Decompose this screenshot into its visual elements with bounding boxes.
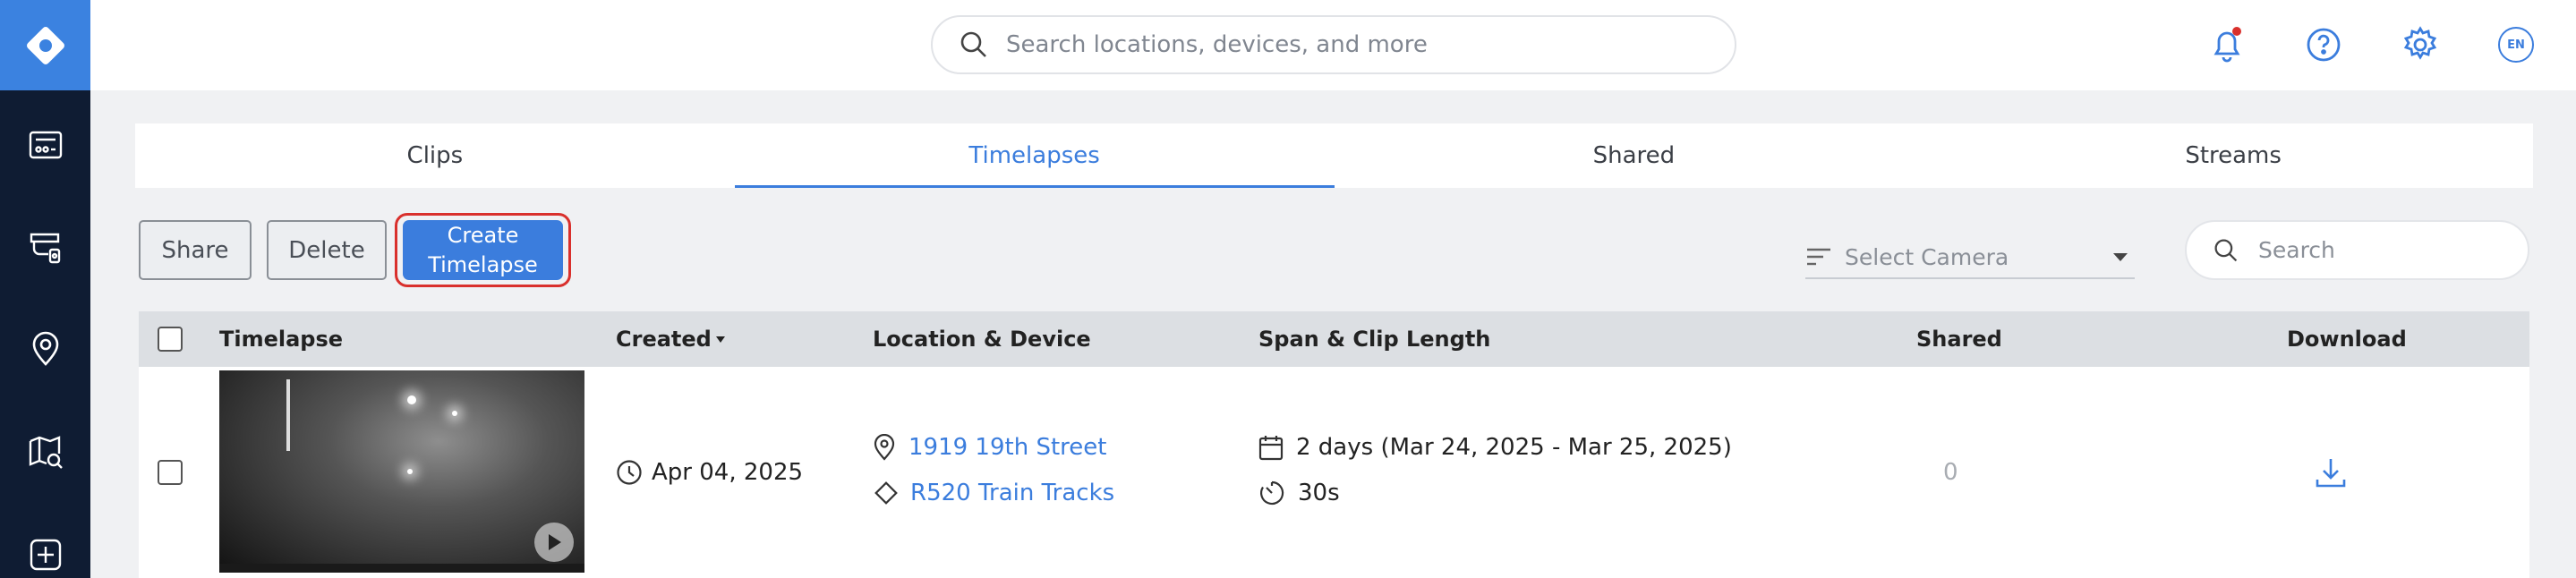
created-date: Apr 04, 2025: [652, 459, 804, 486]
table-search-input[interactable]: Search: [2185, 220, 2529, 280]
download-icon: [2316, 459, 2346, 488]
table-row[interactable]: Apr 04, 2025 1919 19th Street R520 Train…: [139, 367, 2529, 578]
create-timelapse-button[interactable]: Create Timelapse: [403, 220, 563, 280]
select-all-checkbox[interactable]: [158, 327, 183, 352]
device-link[interactable]: R520 Train Tracks: [910, 480, 1114, 506]
row-checkbox[interactable]: [158, 460, 183, 485]
camera-select[interactable]: Select Camera: [1805, 236, 2135, 279]
span-cell: 2 days (Mar 24, 2025 - Mar 25, 2025): [1258, 431, 1732, 463]
tab-timelapses[interactable]: Timelapses: [734, 123, 1335, 188]
device-cell: R520 Train Tracks: [873, 477, 1114, 509]
thumbnail-pole: [286, 379, 290, 451]
sidebar-item-apps[interactable]: [0, 519, 90, 578]
thumbnail-light: [452, 411, 457, 416]
caret-down-icon: [2113, 253, 2128, 261]
col-created-label: Created: [616, 327, 712, 352]
notification-dot: [2232, 27, 2241, 36]
play-icon: [549, 534, 561, 550]
global-search-placeholder: Search locations, devices, and more: [1006, 31, 1428, 58]
col-shared: Shared: [1916, 327, 2002, 352]
sidebar-item-map[interactable]: [0, 416, 90, 488]
app-logo[interactable]: [0, 0, 90, 90]
global-search-input[interactable]: Search locations, devices, and more: [931, 15, 1736, 74]
delete-button[interactable]: Delete: [267, 220, 387, 280]
search-icon: [2214, 238, 2238, 261]
tab-shared[interactable]: Shared: [1335, 123, 1934, 188]
help-icon: [2307, 28, 2341, 62]
tab-bar: Clips Timelapses Shared Streams: [135, 123, 2533, 188]
row-select-cell: [158, 460, 183, 485]
col-download: Download: [2287, 327, 2407, 352]
timer-icon: [1260, 480, 1284, 506]
thumbnail-caption-strip: [219, 564, 584, 573]
tab-clips[interactable]: Clips: [135, 123, 735, 188]
language-badge: EN: [2498, 27, 2534, 63]
clip-length-text: 30s: [1298, 480, 1340, 506]
tab-streams[interactable]: Streams: [1933, 123, 2533, 188]
calendar-icon: [1258, 436, 1284, 461]
col-span-clip: Span & Clip Length: [1258, 327, 1491, 352]
share-button[interactable]: Share: [139, 220, 252, 280]
map-search-icon: [29, 436, 63, 469]
sidebar: [0, 0, 90, 578]
span-text: 2 days (Mar 24, 2025 - Mar 25, 2025): [1296, 434, 1732, 461]
col-created[interactable]: Created: [616, 311, 727, 367]
created-cell: Apr 04, 2025: [616, 455, 803, 490]
timelapse-thumbnail[interactable]: [219, 370, 584, 573]
col-timelapse: Timelapse: [219, 327, 344, 352]
sidebar-item-locations[interactable]: [0, 313, 90, 385]
device-card-icon: [29, 131, 62, 159]
shared-count: 0: [1943, 459, 1958, 486]
col-location-device: Location & Device: [873, 327, 1091, 352]
location-link[interactable]: 1919 19th Street: [908, 434, 1106, 461]
sort-desc-icon: [715, 336, 725, 343]
table-header: Timelapse Created Location & Device Span…: [139, 311, 2529, 367]
location-cell: 1919 19th Street: [873, 431, 1106, 463]
create-timelapse-highlight: Create Timelapse: [395, 213, 571, 287]
gear-icon: [2403, 26, 2437, 60]
location-pin-icon: [874, 434, 895, 461]
sidebar-item-dashboard[interactable]: [0, 109, 90, 181]
sidebar-item-devices[interactable]: [0, 212, 90, 284]
location-pin-icon: [32, 331, 58, 366]
create-timelapse-label: Create Timelapse: [428, 222, 538, 277]
apps-icon: [30, 539, 61, 571]
thumbnail-light: [407, 469, 413, 474]
play-button[interactable]: [534, 523, 574, 562]
clock-icon: [617, 460, 642, 485]
top-header: Search locations, devices, and more EN: [90, 0, 2576, 90]
settings-button[interactable]: [2400, 24, 2441, 65]
help-button[interactable]: [2303, 24, 2344, 65]
clip-length-cell: 30s: [1258, 477, 1340, 509]
device-diamond-icon: [874, 481, 898, 505]
filter-icon: [1807, 248, 1830, 266]
logo-icon: [26, 26, 64, 64]
notifications-button[interactable]: [2206, 24, 2248, 65]
select-all-cell: [158, 311, 183, 367]
language-button[interactable]: EN: [2495, 24, 2537, 65]
camera-select-placeholder: Select Camera: [1845, 243, 2009, 270]
search-icon: [960, 31, 986, 57]
download-button[interactable]: [2314, 455, 2348, 490]
thumbnail-light: [407, 395, 416, 404]
table-search-placeholder: Search: [2258, 237, 2335, 263]
bell-icon: [2213, 27, 2241, 63]
camera-icon: [30, 233, 60, 264]
